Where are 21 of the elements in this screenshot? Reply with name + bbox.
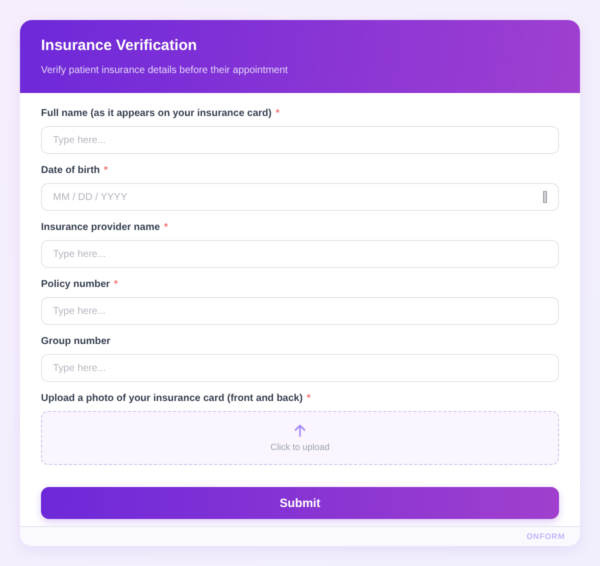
field-label: Full name (as it appears on your insurance card) (41, 108, 272, 119)
required-mark: * (306, 393, 311, 404)
form-title: Insurance Verification (41, 37, 198, 54)
required-mark: * (164, 222, 168, 233)
text-field[interactable]: Type here... (41, 297, 559, 325)
text-field[interactable]: Type here... (41, 240, 559, 268)
brand-label: ONFORM (526, 532, 565, 541)
date-field[interactable]: MM / DD / YYYY (41, 183, 559, 211)
field-label: Upload a photo of your insurance card (front and back) (41, 393, 303, 404)
required-mark: * (114, 279, 118, 290)
required-mark: * (276, 108, 280, 119)
submit-button[interactable]: Submit (41, 487, 559, 519)
field-label: Policy number (41, 279, 110, 290)
text-field[interactable]: Type here... (41, 354, 559, 382)
required-mark: * (104, 165, 108, 176)
upload-arrow-icon (294, 424, 306, 437)
field-label: Group number (41, 336, 110, 347)
text-field[interactable]: Type here... (41, 126, 559, 154)
form-subtitle: Verify patient insurance details before their appointment (41, 65, 289, 76)
field-label: Date of birth (41, 165, 100, 176)
field-label: Insurance provider name (41, 222, 160, 233)
